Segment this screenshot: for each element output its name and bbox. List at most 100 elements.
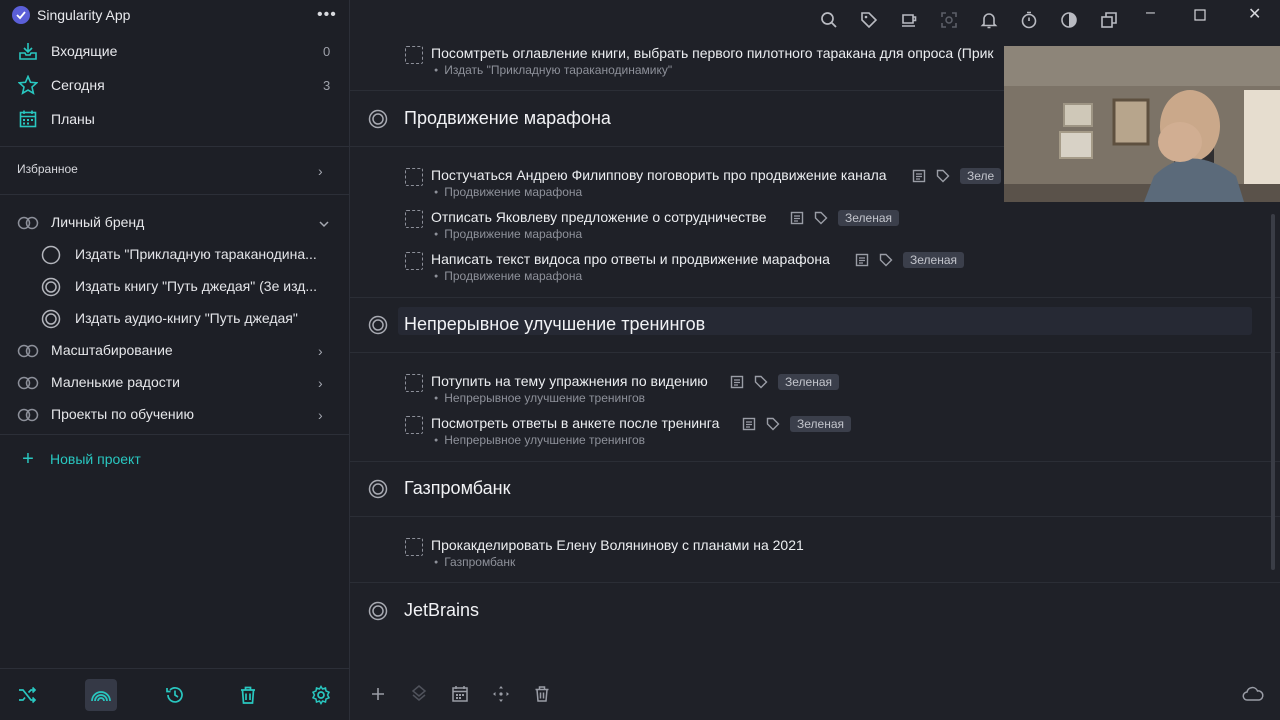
task-checkbox[interactable] (405, 168, 423, 186)
task-title: Посомтреть оглавление книги, выбрать пер… (431, 45, 994, 61)
minimize-icon[interactable]: – (1146, 4, 1155, 22)
group-title: JetBrains (404, 600, 480, 620)
chevron-right-icon[interactable]: › (318, 408, 330, 422)
group-header[interactable]: JetBrains (350, 583, 1280, 639)
tag-badge[interactable]: Зеленая (903, 252, 964, 268)
task-meta: Зеленая (742, 416, 851, 432)
calendar-icon[interactable] (449, 684, 471, 704)
note-icon (730, 375, 744, 389)
sidebar-item-count: 0 (323, 43, 331, 59)
favorites-header[interactable]: Избранное (17, 162, 78, 176)
sidebar-subproject[interactable]: Издать "Прикладную тараканодина... (0, 241, 350, 269)
chevron-right-icon[interactable]: › (318, 376, 330, 390)
task-row[interactable]: Посмотреть ответы в анкете после тренинг… (350, 410, 1280, 450)
task-title: Написать текст видоса про ответы и продв… (431, 251, 830, 267)
task-project: Продвижение марафона (434, 227, 582, 241)
sidebar-project-learning[interactable]: Проекты по обучению (0, 401, 350, 429)
more-menu-icon[interactable]: ••• (317, 6, 337, 24)
chevron-down-icon[interactable] (318, 218, 330, 230)
group-title: Непрерывное улучшение тренингов (404, 314, 706, 334)
task-checkbox[interactable] (405, 252, 423, 270)
task-checkbox[interactable] (405, 538, 423, 556)
webcam-image (1004, 46, 1280, 202)
sidebar-item-inbox[interactable]: Входящие 0 (0, 36, 350, 66)
chevron-right-icon[interactable]: › (318, 164, 330, 178)
task-project: Непрерывное улучшение тренингов (434, 433, 645, 447)
scrollbar[interactable] (1271, 214, 1275, 570)
shuffle-icon[interactable] (11, 679, 43, 711)
bell-icon[interactable] (976, 10, 1002, 30)
star-icon (18, 75, 38, 95)
trash-icon[interactable] (232, 679, 264, 711)
rainbow-icon[interactable] (85, 679, 117, 711)
task-meta: Зеленая (730, 374, 839, 390)
tag-badge[interactable]: Зеленая (778, 374, 839, 390)
task-row[interactable]: Потупить на тему упражнения по видению Н… (350, 368, 1280, 408)
project-label: Маленькие радости (51, 374, 180, 390)
task-checkbox[interactable] (405, 46, 423, 64)
layers-icon[interactable] (408, 684, 430, 704)
sidebar-subproject[interactable]: Издать книгу "Путь джедая" (3е изд... (0, 273, 350, 301)
task-project: Издать "Прикладную тараканодинамику" (434, 63, 672, 77)
task-row[interactable]: Отписать Яковлеву предложение о сотрудни… (350, 204, 1280, 244)
sidebar-item-label: Сегодня (51, 77, 105, 93)
circle-icon (41, 245, 61, 265)
windows-icon[interactable] (1096, 10, 1122, 30)
sidebar-item-count: 3 (323, 77, 331, 93)
double-circle-icon (368, 109, 388, 129)
trash-icon[interactable] (531, 684, 553, 704)
double-circle-icon (41, 277, 61, 297)
task-meta: Зеленая (790, 210, 899, 226)
theme-icon[interactable] (1056, 10, 1082, 30)
project-label: Проекты по обучению (51, 406, 194, 422)
group-header[interactable]: Непрерывное улучшение тренингов (350, 297, 1280, 353)
app-logo-icon (12, 6, 30, 24)
add-task-icon[interactable] (367, 684, 389, 704)
sidebar-subproject[interactable]: Издать аудио-книгу "Путь джедая" (0, 305, 350, 333)
tag-icon (766, 417, 780, 431)
move-icon[interactable] (490, 684, 512, 704)
tag-badge[interactable]: Зеленая (790, 416, 851, 432)
project-link-icon (17, 408, 39, 422)
sidebar-project-scaling[interactable]: Масштабирование (0, 337, 350, 365)
sidebar-divider (0, 434, 350, 435)
close-icon[interactable]: ✕ (1248, 4, 1261, 24)
task-checkbox[interactable] (405, 210, 423, 228)
sidebar-project-personal-brand[interactable]: Личный бренд (0, 209, 350, 237)
task-checkbox[interactable] (405, 374, 423, 392)
tag-icon (754, 375, 768, 389)
webcam-overlay (1004, 46, 1280, 202)
maximize-icon[interactable] (1194, 8, 1206, 26)
sidebar-divider (0, 194, 350, 195)
group-header[interactable]: Газпромбанк (350, 461, 1280, 517)
sidebar-item-plans[interactable]: Планы (0, 104, 350, 134)
task-meta: Зеле (912, 168, 1002, 184)
focus-icon[interactable] (936, 10, 962, 30)
new-project-label: Новый проект (50, 451, 141, 467)
tag-badge[interactable]: Зеленая (838, 210, 899, 226)
chevron-right-icon[interactable]: › (318, 344, 330, 358)
tag-icon (814, 211, 828, 225)
sidebar-item-today[interactable]: Сегодня 3 (0, 70, 350, 100)
app-title: Singularity App (12, 6, 130, 24)
new-project-button[interactable]: + Новый проект (18, 449, 141, 469)
task-project: Продвижение марафона (434, 185, 582, 199)
sidebar-project-small-joys[interactable]: Маленькие радости (0, 369, 350, 397)
coffee-icon[interactable] (896, 10, 922, 30)
sidebar-item-label: Входящие (51, 43, 118, 59)
task-checkbox[interactable] (405, 416, 423, 434)
task-project: Непрерывное улучшение тренингов (434, 391, 645, 405)
tag-icon[interactable] (856, 10, 882, 30)
history-icon[interactable] (159, 679, 191, 711)
task-title: Посмотреть ответы в анкете после тренинг… (431, 415, 720, 431)
project-label: Масштабирование (51, 342, 173, 358)
settings-icon[interactable] (305, 679, 337, 711)
task-row[interactable]: Написать текст видоса про ответы и продв… (350, 246, 1280, 286)
tag-badge[interactable]: Зеле (960, 168, 1002, 184)
main-toolbar (350, 668, 1280, 720)
task-row[interactable]: Прокакделировать Елену Волянинову с план… (350, 532, 1280, 572)
timer-icon[interactable] (1016, 10, 1042, 30)
cloud-sync-icon[interactable] (1242, 684, 1264, 704)
note-icon (855, 253, 869, 267)
search-icon[interactable] (816, 10, 842, 30)
